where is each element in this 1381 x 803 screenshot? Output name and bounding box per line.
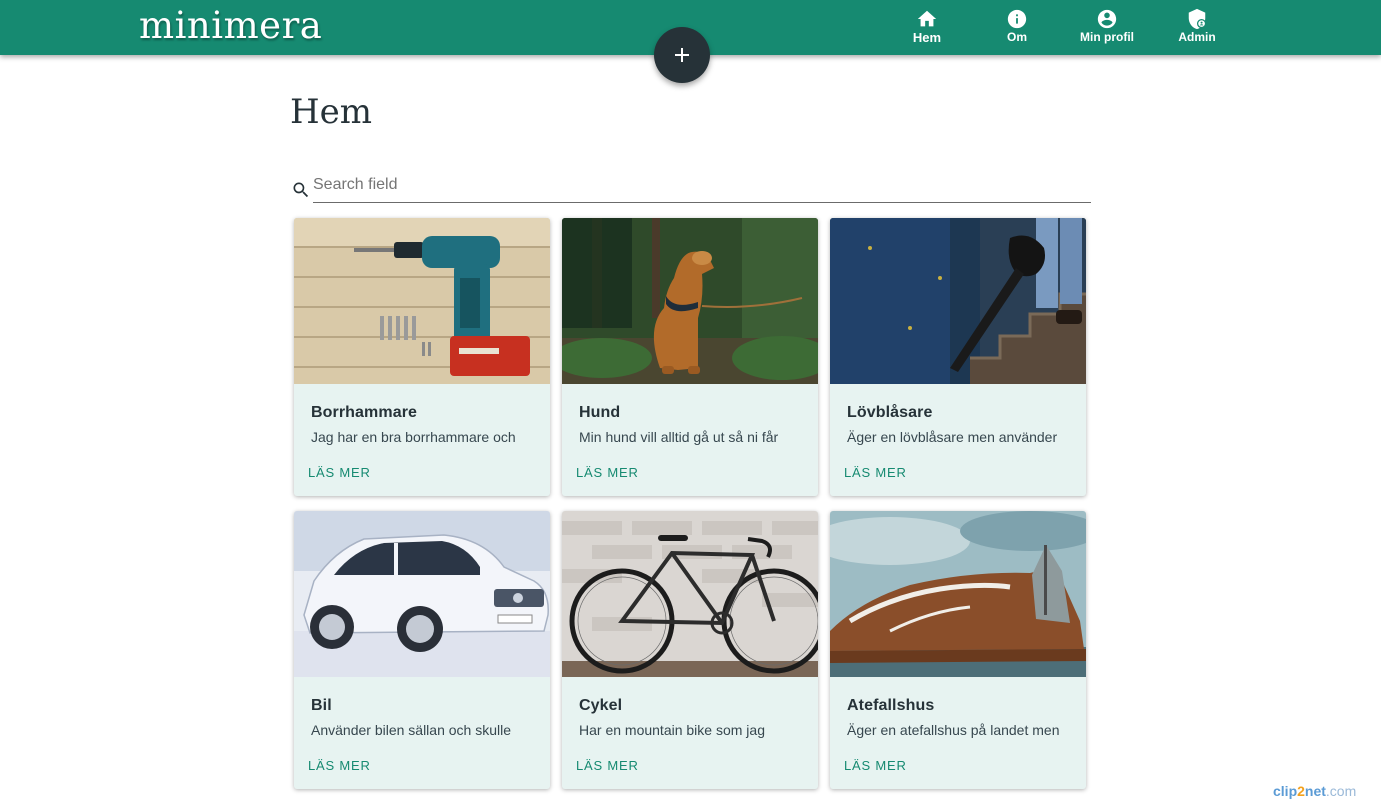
app-logo[interactable]: minimera — [139, 4, 322, 47]
card-description: Har en mountain bike som jag — [579, 722, 765, 738]
item-card-borrhammare[interactable]: Borrhammare Jag har en bra borrhammare o… — [294, 218, 550, 496]
read-more-button[interactable]: LÄS MER — [844, 465, 907, 480]
card-title: Atefallshus — [847, 697, 935, 714]
search-input[interactable] — [313, 172, 1091, 203]
nav-item-om[interactable]: Om — [996, 8, 1038, 48]
drill-image — [294, 218, 550, 384]
nav-item-admin[interactable]: Admin — [1172, 8, 1222, 48]
card-image-car[interactable] — [294, 511, 550, 677]
nav-item-label: Hem — [912, 30, 942, 45]
card-description: Äger en atefallshus på landet men — [847, 722, 1060, 738]
card-title: Lövblåsare — [847, 404, 933, 421]
item-card-atefallshus[interactable]: Atefallshus Äger en atefallshus på lande… — [830, 511, 1086, 789]
item-card-lovblasare[interactable]: Lövblåsare Äger en lövblåsare men använd… — [830, 218, 1086, 496]
read-more-button[interactable]: LÄS MER — [576, 465, 639, 480]
item-card-bil[interactable]: Bil Använder bilen sällan och skulle LÄS… — [294, 511, 550, 789]
add-item-fab[interactable] — [654, 27, 710, 83]
plus-icon — [675, 48, 689, 62]
card-description: Använder bilen sällan och skulle — [311, 722, 512, 738]
watermark-part: net — [1304, 783, 1326, 799]
card-image-dog[interactable] — [562, 218, 818, 384]
card-title: Cykel — [579, 697, 623, 714]
card-description: Jag har en bra borrhammare och — [311, 429, 516, 445]
card-image-leaf-blower[interactable] — [830, 218, 1086, 384]
card-image-cabin[interactable] — [830, 511, 1086, 677]
item-card-grid: Borrhammare Jag har en bra borrhammare o… — [294, 218, 1086, 789]
account-circle-icon — [1097, 9, 1117, 29]
watermark-part: .com — [1325, 783, 1357, 799]
dog-image — [562, 218, 818, 384]
card-description: Min hund vill alltid gå ut så ni får — [579, 429, 779, 445]
page-title: Hem — [290, 92, 373, 132]
card-title: Borrhammare — [311, 404, 418, 421]
card-title: Bil — [311, 697, 332, 714]
read-more-button[interactable]: LÄS MER — [576, 758, 639, 773]
search-bar — [290, 172, 1091, 203]
search-icon — [293, 182, 309, 198]
admin-shield-icon — [1188, 8, 1207, 30]
card-title: Hund — [579, 404, 621, 421]
watermark-part: clip — [1273, 783, 1298, 799]
clip2net-watermark: clip2net.com — [1273, 783, 1356, 799]
nav-item-min-profil[interactable]: Min profil — [1076, 8, 1138, 48]
item-card-cykel[interactable]: Cykel Har en mountain bike som jag LÄS M… — [562, 511, 818, 789]
cabin-image — [830, 511, 1086, 677]
card-image-drill[interactable] — [294, 218, 550, 384]
item-card-hund[interactable]: Hund Min hund vill alltid gå ut så ni få… — [562, 218, 818, 496]
home-icon — [917, 10, 937, 27]
nav-item-label: Om — [1006, 30, 1027, 44]
car-image — [294, 511, 550, 677]
bicycle-image — [562, 511, 818, 677]
nav-item-label: Admin — [1178, 30, 1216, 44]
nav-item-hem[interactable]: Hem — [906, 8, 948, 48]
read-more-button[interactable]: LÄS MER — [844, 758, 907, 773]
card-description: Äger en lövblåsare men använder — [847, 429, 1058, 445]
info-icon — [1007, 9, 1027, 29]
read-more-button[interactable]: LÄS MER — [308, 758, 371, 773]
watermark-part: 2 — [1297, 783, 1305, 799]
card-image-bicycle[interactable] — [562, 511, 818, 677]
read-more-button[interactable]: LÄS MER — [308, 465, 371, 480]
nav-item-label: Min profil — [1080, 30, 1134, 44]
leaf-blower-image — [830, 218, 1086, 384]
